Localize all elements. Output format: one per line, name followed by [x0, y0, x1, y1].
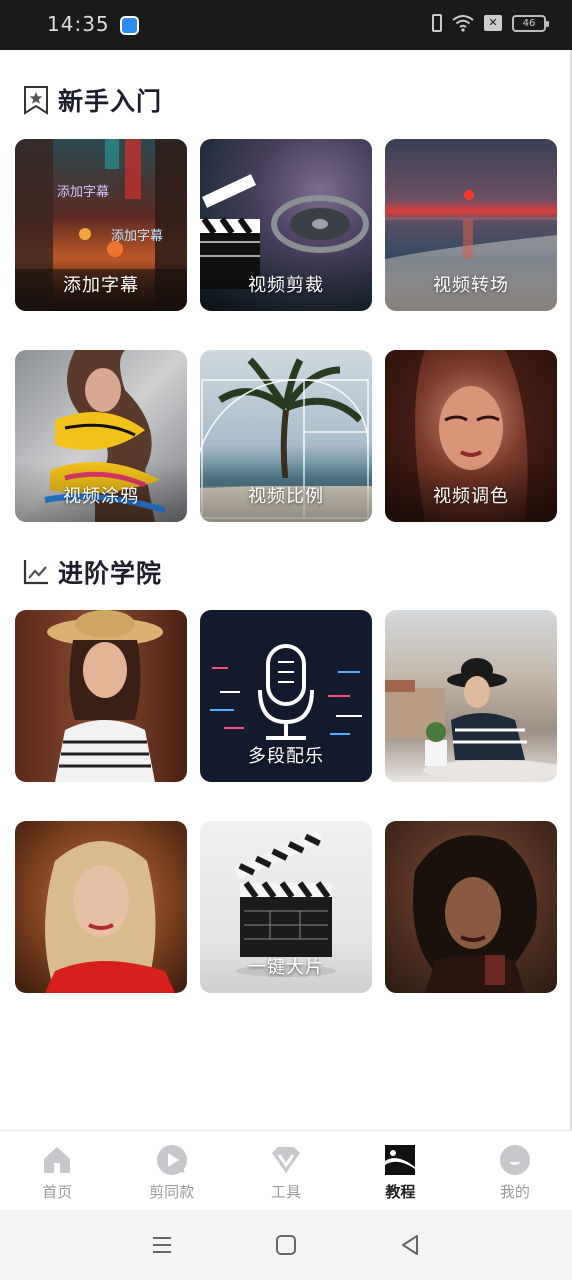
tile-label: 视频转场 — [433, 275, 509, 296]
app-notification-icon — [120, 16, 139, 35]
nav-label: 剪同款 — [149, 1183, 195, 1201]
tile-label: 多段配乐 — [248, 746, 324, 767]
tile-video-trim[interactable]: 视频剪裁 — [200, 139, 372, 311]
section-title: 新手入门 — [58, 87, 163, 116]
diamond-icon — [272, 1147, 301, 1173]
home-button-icon[interactable] — [274, 1233, 298, 1257]
back-icon[interactable] — [398, 1233, 422, 1257]
tile-label: 视频涂鸦 — [63, 486, 139, 507]
curly-portrait-illustration — [413, 835, 537, 993]
menu-icon[interactable] — [150, 1233, 174, 1257]
nav-template[interactable]: 剪同款 — [114, 1131, 228, 1210]
vibrate-icon — [432, 14, 442, 32]
home-icon — [44, 1147, 71, 1173]
tile-advanced-1[interactable] — [15, 610, 187, 782]
tile-video-transition[interactable]: 视频转场 — [385, 139, 557, 311]
tile-advanced-6[interactable] — [385, 821, 557, 993]
nav-tools[interactable]: 工具 — [229, 1131, 343, 1210]
status-time: 14:35 — [47, 12, 110, 36]
system-nav-bar — [0, 1210, 572, 1280]
hat-girl-illustration — [47, 610, 163, 782]
play-bubble-icon — [156, 1145, 187, 1175]
battery-icon: 46 — [512, 14, 549, 32]
tile-label: 添加字幕 — [63, 275, 139, 296]
city-girl-illustration — [385, 658, 557, 780]
status-icons: ✕ 46 — [432, 14, 549, 32]
picture-icon — [385, 1145, 416, 1175]
nav-home[interactable]: 首页 — [0, 1131, 114, 1210]
trend-chart-icon — [23, 560, 48, 585]
nav-label: 我的 — [499, 1183, 530, 1201]
bookmark-star-icon — [24, 86, 48, 115]
tile-label: 一键大片 — [248, 957, 324, 978]
tile-label: 视频剪裁 — [248, 275, 324, 296]
tile-add-subtitle[interactable]: 添加字幕 添加字幕 添加字幕 — [15, 139, 187, 311]
tile-advanced-3[interactable] — [385, 610, 557, 782]
section-header-beginner: 新手入门 — [22, 82, 162, 118]
tile-label: 视频比例 — [248, 486, 324, 507]
tile-advanced-4[interactable] — [15, 821, 187, 993]
tile-video-ratio[interactable]: 视频比例 — [200, 350, 372, 522]
section-title: 进阶学院 — [58, 559, 163, 588]
sim-icon: ✕ — [484, 15, 502, 31]
profile-icon — [499, 1145, 530, 1175]
tile-caption-top: 添加字幕 — [57, 185, 110, 200]
nav-tutorial[interactable]: 教程 — [343, 1131, 457, 1210]
tile-multi-music[interactable]: 多段配乐 — [200, 610, 372, 782]
tile-video-color[interactable]: 视频调色 — [385, 350, 557, 522]
wifi-icon — [452, 15, 474, 32]
section-header-advanced: 进阶学院 — [22, 554, 162, 590]
nav-label: 首页 — [42, 1183, 73, 1201]
blonde-portrait-illustration — [45, 841, 175, 993]
nav-label: 工具 — [271, 1183, 302, 1201]
tile-label: 视频调色 — [433, 486, 509, 507]
tile-caption-bottom: 添加字幕 — [111, 229, 164, 244]
nav-profile[interactable]: 我的 — [458, 1131, 572, 1210]
status-bar: 14:35 ✕ 46 — [0, 0, 572, 50]
tile-one-click-film[interactable]: 一键大片 — [200, 821, 372, 993]
tile-video-doodle[interactable]: 视频涂鸦 — [15, 350, 187, 522]
bottom-nav: 首页 剪同款 工具 教程 我的 — [0, 1130, 572, 1210]
nav-label: 教程 — [385, 1183, 416, 1201]
